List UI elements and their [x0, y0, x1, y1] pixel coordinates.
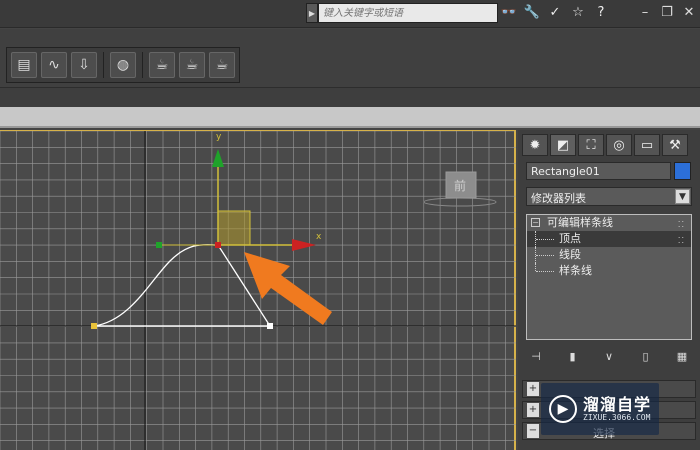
main-toolbar: ▤ ∿ ⇩ ◍ ☕ ☕ ☕ — [0, 29, 700, 87]
title-bar-tools: 👓 🔧 ✓ ☆ ? — [500, 3, 610, 23]
toolbar-separator — [103, 52, 104, 78]
search-box[interactable]: ▶ — [306, 3, 498, 23]
expand-icon[interactable]: + — [527, 382, 539, 396]
stack-item-label: 样条线 — [559, 264, 592, 277]
hierarchy-tab[interactable]: ⛶ — [578, 134, 604, 156]
expand-icon[interactable]: + — [527, 403, 539, 417]
stack-item-label: 线段 — [559, 248, 581, 261]
watermark-logo: ▶ 溜溜自学 ZIXUE.3066.COM — [541, 383, 659, 435]
star-icon[interactable]: ☆ — [569, 4, 587, 22]
collapse-icon[interactable]: − — [527, 424, 539, 438]
modifier-list-dropdown[interactable]: 修改器列表 ▼ — [526, 187, 692, 206]
ribbon-strip — [0, 107, 700, 128]
stack-item-spline[interactable]: 样条线 — [527, 263, 691, 279]
remove-modifier-icon[interactable]: ▯ — [636, 348, 656, 366]
motion-tab[interactable]: ◎ — [606, 134, 632, 156]
search-expand-arrow-icon[interactable]: ▶ — [306, 3, 318, 23]
schematic-view-icon[interactable]: ▤ — [11, 52, 37, 78]
modifier-stack[interactable]: − 可编辑样条线 ⁚⁚ 顶点 ⁚⁚ 线段 样条线 — [526, 214, 692, 340]
render-tool-group: ▤ ∿ ⇩ ◍ ☕ ☕ ☕ — [6, 47, 240, 83]
command-panel-tabs: ✹ ◩ ⛶ ◎ ▭ ⚒ — [522, 134, 688, 156]
bezier-handle — [156, 242, 162, 248]
stack-item-label: 顶点 — [559, 232, 581, 245]
spline-shape — [93, 244, 272, 327]
stack-item-segment[interactable]: 线段 — [527, 247, 691, 263]
x-axis-arrow-icon — [292, 239, 316, 251]
star-satellite-icon[interactable]: ✓ — [546, 4, 564, 22]
show-end-result-icon[interactable]: ▮ — [563, 348, 583, 366]
plane-gizmo — [217, 210, 251, 246]
spline-vertex — [267, 323, 273, 329]
annotation-arrow-icon — [244, 252, 332, 325]
watermark-url: ZIXUE.3066.COM — [583, 413, 651, 422]
stack-item-editable-spline[interactable]: − 可编辑样条线 ⁚⁚ — [527, 215, 691, 231]
window-buttons: – ❐ ✕ — [638, 5, 696, 20]
chevron-down-icon[interactable]: ▼ — [675, 189, 690, 204]
viewcube-ring — [423, 197, 497, 207]
watermark-title: 溜溜自学 — [583, 395, 652, 414]
make-unique-icon[interactable]: ∨ — [599, 348, 619, 366]
y-axis-arrow-icon — [212, 149, 224, 167]
quick-render-icon[interactable]: ☕ — [209, 52, 235, 78]
curve-editor-icon[interactable]: ∿ — [41, 52, 67, 78]
close-icon[interactable]: ✕ — [682, 5, 696, 20]
tree-connector — [536, 255, 554, 256]
collapse-icon[interactable]: − — [531, 218, 540, 227]
object-name-field[interactable] — [526, 162, 671, 180]
watermark-play-icon: ▶ — [549, 395, 577, 423]
render-frame-icon[interactable]: ☕ — [149, 52, 175, 78]
utilities-tab[interactable]: ⚒ — [662, 134, 688, 156]
display-tab[interactable]: ▭ — [634, 134, 660, 156]
toolbar-separator — [142, 52, 143, 78]
object-color-swatch[interactable] — [674, 162, 691, 180]
wrench-icon[interactable]: 🔧 — [523, 4, 541, 22]
stack-item-label: 可编辑样条线 — [547, 216, 613, 229]
selected-vertex — [215, 242, 221, 248]
y-axis-label: y — [216, 132, 222, 142]
create-tab[interactable]: ✹ — [522, 134, 548, 156]
modifier-list-label: 修改器列表 — [531, 192, 586, 205]
ribbon-bar — [0, 87, 700, 107]
pin-stack-icon[interactable]: ⊣ — [526, 348, 546, 366]
tree-connector — [536, 239, 554, 240]
material-editor-icon[interactable]: ◍ — [110, 52, 136, 78]
search-input[interactable] — [318, 3, 498, 23]
binoculars-icon[interactable]: 👓 — [500, 4, 518, 22]
stack-item-vertex[interactable]: 顶点 ⁚⁚ — [527, 231, 691, 247]
configure-modifier-sets-icon[interactable]: ▦ — [672, 348, 692, 366]
stack-toolbar: ⊣ ▮ ∨ ▯ ▦ — [526, 347, 692, 367]
tree-connector — [535, 263, 536, 271]
render-icon[interactable]: ☕ — [179, 52, 205, 78]
render-setup-icon[interactable]: ⇩ — [71, 52, 97, 78]
perspective-viewport[interactable]: y x 前 — [0, 130, 516, 450]
viewcube-face-label: 前 — [454, 178, 466, 193]
modify-tab[interactable]: ◩ — [550, 134, 576, 156]
help-icon[interactable]: ? — [592, 4, 610, 22]
x-axis-label: x — [316, 232, 322, 242]
viewport-grid — [0, 131, 516, 450]
minimize-icon[interactable]: – — [638, 5, 652, 20]
tree-connector — [536, 271, 554, 272]
spline-first-vertex — [91, 323, 97, 329]
title-bar: ▶ 👓 🔧 ✓ ☆ ? – ❐ ✕ — [0, 0, 700, 28]
viewport-canvas[interactable]: y x 前 — [0, 131, 516, 450]
restore-icon[interactable]: ❐ — [660, 5, 674, 20]
